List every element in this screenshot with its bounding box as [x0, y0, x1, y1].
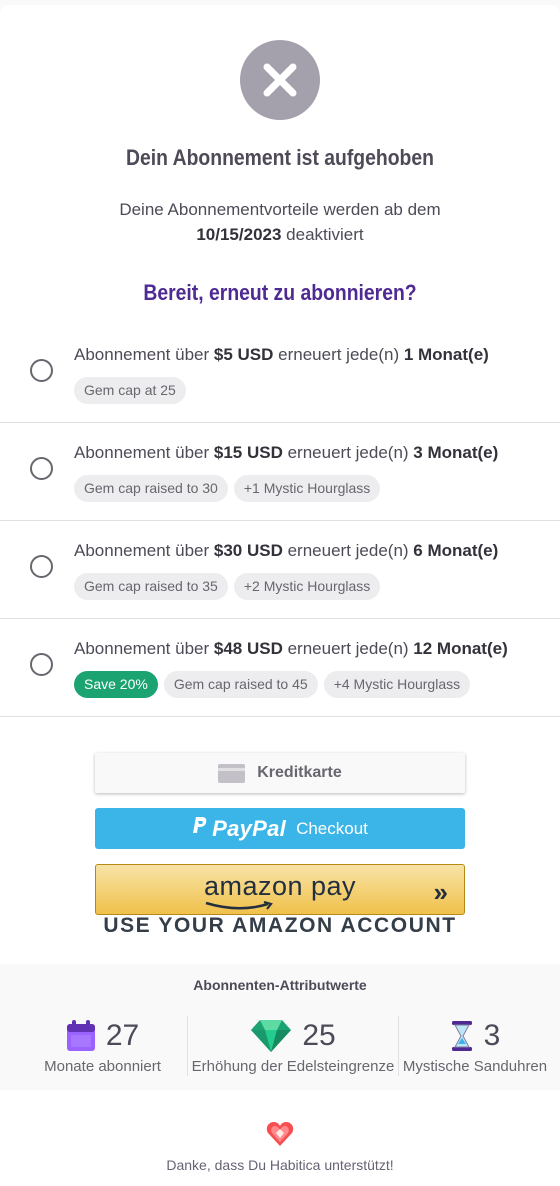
paypal-logo: PayPal: [192, 816, 286, 842]
plan-radio[interactable]: [30, 457, 53, 480]
plan-description: Abonnement über $15 USD erneuert jede(n)…: [74, 443, 499, 462]
perk-tag: Gem cap raised to 30: [74, 475, 228, 502]
thank-you-message: Danke, dass Du Habitica unterstützt!: [166, 1157, 394, 1173]
stat-mystic-hourglasses: 3 Mystische Sanduhren: [402, 1019, 548, 1075]
plan-tags: Gem cap raised to 35 +2 Mystic Hourglass: [74, 573, 381, 600]
gem-icon: [251, 1020, 292, 1052]
plan-radio[interactable]: [30, 555, 53, 578]
perk-tag: +1 Mystic Hourglass: [233, 475, 381, 502]
perk-tag: Gem cap raised to 35: [74, 573, 228, 600]
perk-tag: +4 Mystic Hourglass: [323, 671, 471, 698]
paypal-checkout-button[interactable]: PayPal Checkout: [95, 808, 465, 849]
perk-tag: +2 Mystic Hourglass: [233, 573, 381, 600]
subscriber-stats: Abonnenten-Attributwerte 27 Monate abonn…: [0, 964, 560, 1090]
plan-tags: Save 20% Gem cap raised to 45 +4 Mystic …: [74, 671, 471, 698]
plan-description: Abonnement über $48 USD erneuert jede(n)…: [74, 639, 508, 658]
perk-tag: Gem cap raised to 45: [163, 671, 318, 698]
amazon-smile-icon: [205, 901, 273, 910]
plan-option-12-months[interactable]: Abonnement über $48 USD erneuert jede(n)…: [0, 619, 560, 717]
hourglass-icon: [451, 1021, 472, 1051]
amazon-caption: USE YOUR AMAZON ACCOUNT: [103, 914, 457, 937]
credit-card-icon: [218, 763, 246, 783]
plan-description: Abonnement über $30 USD erneuert jede(n)…: [74, 541, 499, 560]
plan-option-1-month[interactable]: Abonnement über $5 USD erneuert jede(n) …: [0, 325, 560, 423]
cancellation-notice: Deine Abonnementvorteile werden ab dem 1…: [119, 200, 441, 244]
amazon-pay-button[interactable]: amazon pay »: [95, 864, 465, 915]
plan-tags: Gem cap raised to 30 +1 Mystic Hourglass: [74, 475, 381, 502]
subscription-cancelled-card: Dein Abonnement ist aufgehoben Deine Abo…: [0, 5, 560, 1186]
double-chevron-icon: »: [433, 877, 448, 907]
plan-radio[interactable]: [30, 359, 53, 382]
stat-months-subscribed: 27 Monate abonniert: [44, 1019, 161, 1075]
paypal-p-icon: [192, 816, 208, 842]
plan-tags: Gem cap at 25: [74, 377, 186, 404]
plan-radio[interactable]: [30, 653, 53, 676]
plan-option-6-months[interactable]: Abonnement über $30 USD erneuert jede(n)…: [0, 521, 560, 619]
amazon-pay-logo: amazon pay: [203, 871, 357, 901]
cancelled-icon: [240, 40, 320, 120]
perk-tag: Gem cap at 25: [74, 377, 186, 404]
credit-card-button[interactable]: Kreditkarte: [95, 753, 465, 793]
habitica-heart-icon: [266, 1122, 294, 1146]
resubscribe-heading: Bereit, erneut zu abonnieren?: [143, 280, 417, 305]
stat-gem-cap: 25 Erhöhung der Edelsteingrenze: [191, 1019, 395, 1075]
stat-divider: [398, 1016, 399, 1076]
end-date: 10/15/2023: [196, 225, 282, 244]
calendar-icon: [66, 1020, 95, 1051]
page-title: Dein Abonnement ist aufgehoben: [126, 145, 434, 170]
save-badge: Save 20%: [74, 671, 158, 698]
plan-description: Abonnement über $5 USD erneuert jede(n) …: [74, 345, 489, 364]
stats-title: Abonnenten-Attributwerte: [193, 977, 367, 993]
plan-option-3-months[interactable]: Abonnement über $15 USD erneuert jede(n)…: [0, 423, 560, 521]
stat-divider: [187, 1016, 188, 1076]
